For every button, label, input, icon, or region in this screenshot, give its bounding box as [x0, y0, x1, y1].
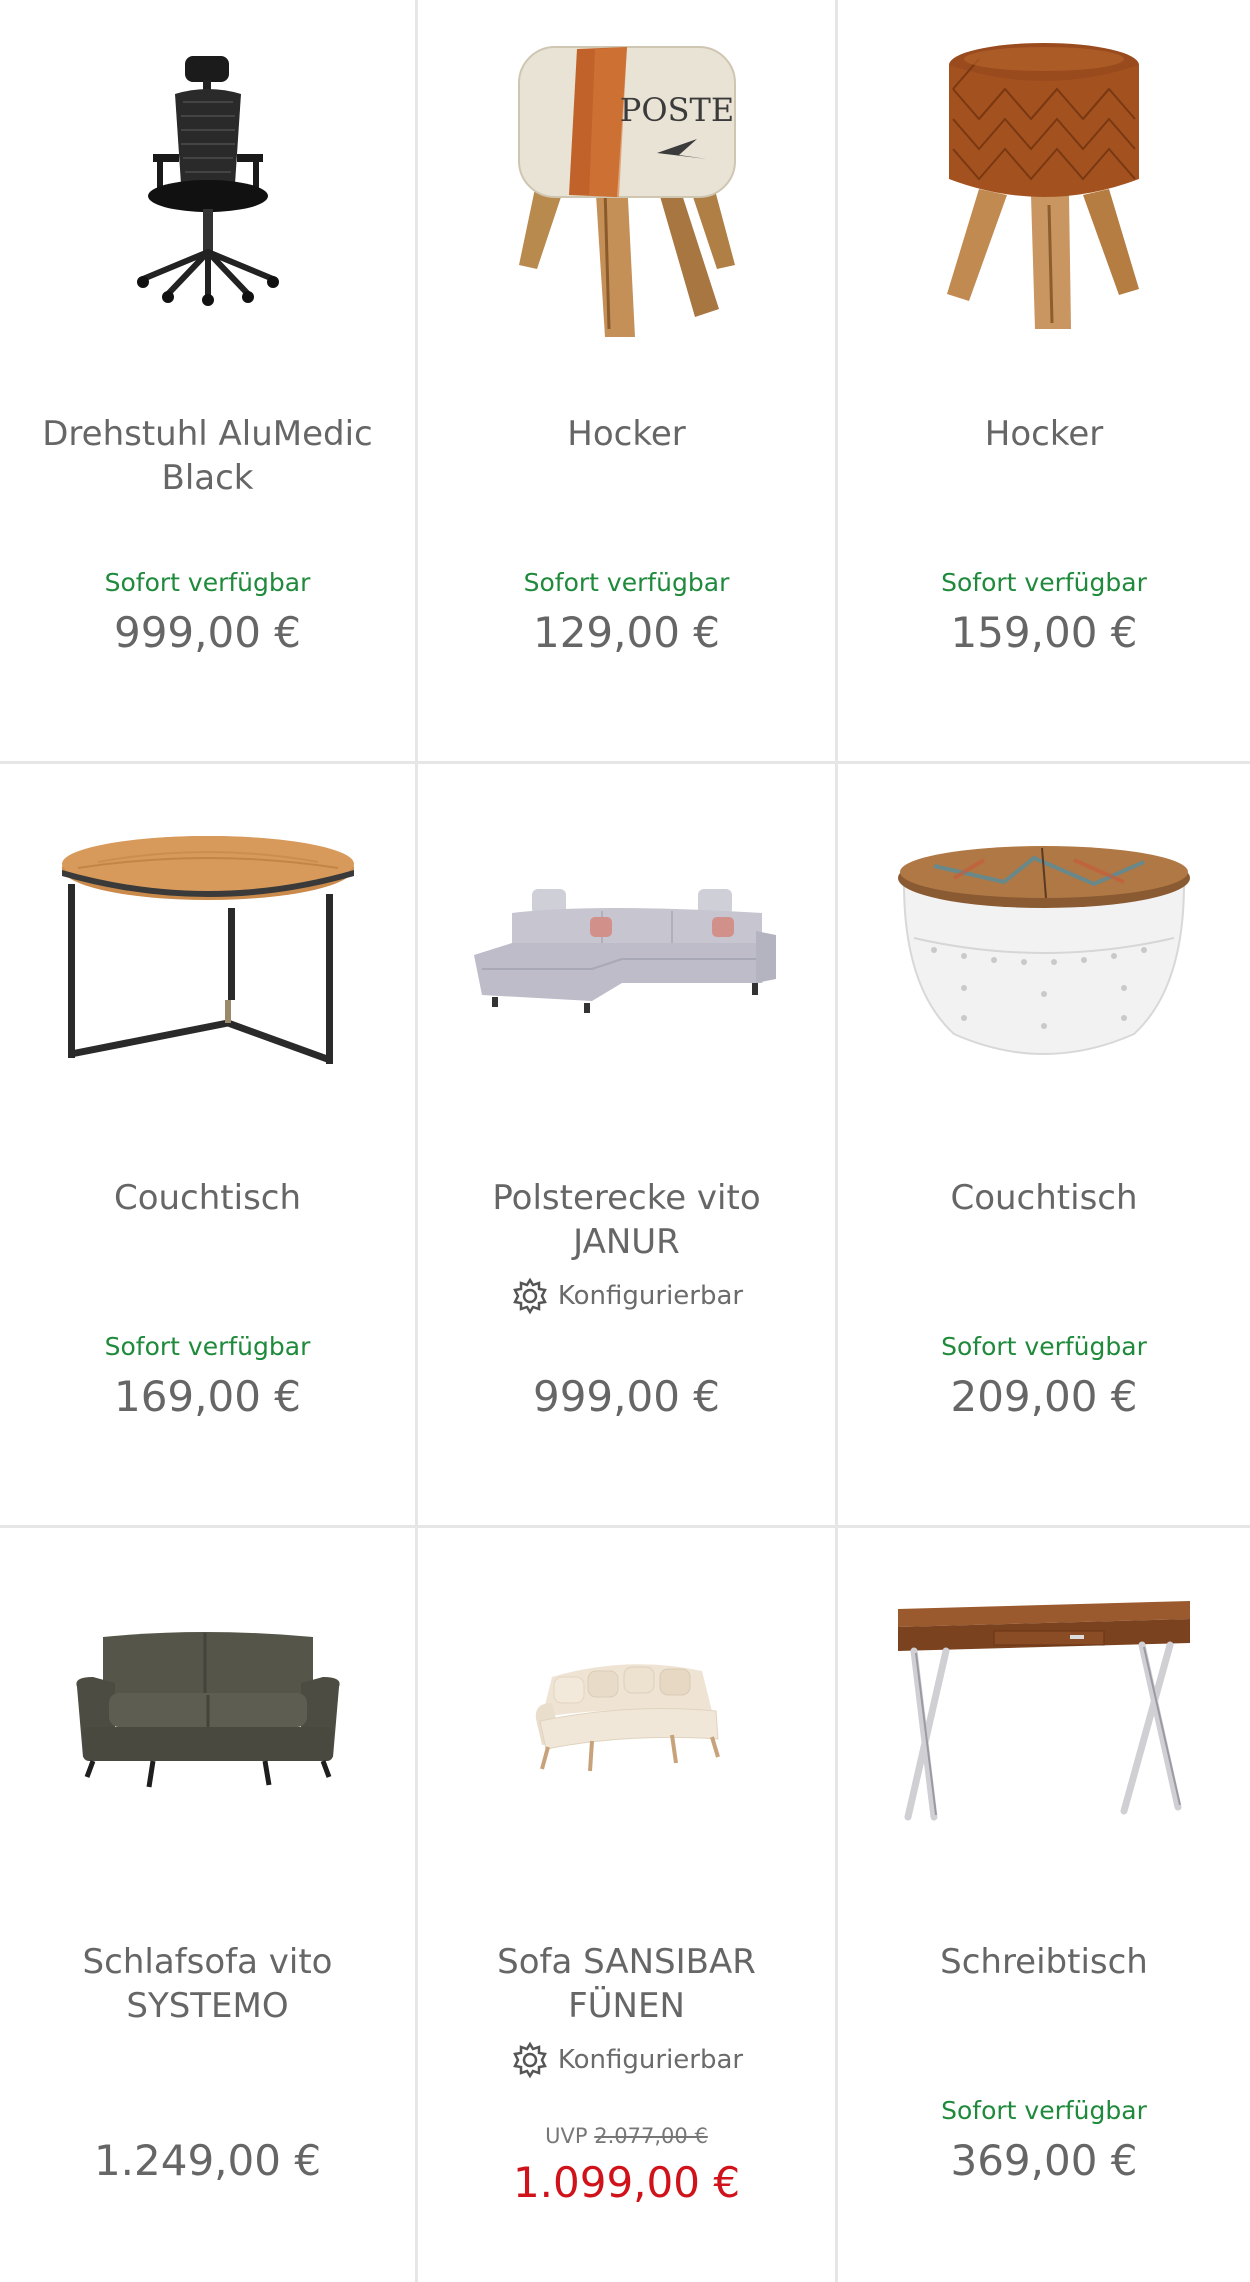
availability-status: Sofort verfügbar [104, 1332, 311, 1361]
product-image[interactable] [418, 1552, 835, 1872]
gear-icon [513, 2041, 547, 2079]
configurable-label: Konfigurierbar [557, 1281, 744, 1311]
product-title[interactable]: Couchtisch [858, 1176, 1230, 1220]
product-price: 159,00 € [950, 608, 1138, 657]
product-title[interactable]: Hocker [438, 412, 815, 456]
product-card[interactable]: Sofa SANSIBAR FÜNEN Konfigurierbar UVP 2… [418, 1528, 838, 2282]
product-price: 999,00 € [113, 608, 302, 657]
product-title[interactable]: Schlafsofa vito SYSTEMO [20, 1940, 395, 2028]
product-card[interactable]: Drehstuhl AluMedic Black Sofort verfügba… [0, 0, 418, 764]
office-chair-image [136, 56, 279, 306]
product-title[interactable]: Sofa SANSIBAR FÜNEN [438, 1940, 815, 2028]
availability-status: Sofort verfügbar [523, 568, 730, 597]
sleeper-sofa-image [75, 1632, 340, 1788]
curved-sofa-image [535, 1664, 720, 1772]
product-image[interactable] [838, 24, 1250, 344]
gear-icon [513, 1277, 547, 1315]
product-card[interactable]: POSTE Hocker Sofort verfügbar 129,00 € [418, 0, 838, 764]
product-card[interactable]: Couchtisch Sofort verfügbar 209,00 € [838, 764, 1250, 1528]
configurable-badge: Konfigurierbar [418, 2040, 835, 2080]
availability-status: Sofort verfügbar [941, 2096, 1147, 2125]
availability-status: Sofort verfügbar [104, 568, 311, 597]
product-title[interactable]: Couchtisch [20, 1176, 395, 1220]
desk-image [898, 1601, 1190, 1821]
product-price: 999,00 € [532, 1372, 721, 1421]
product-grid: Drehstuhl AluMedic Black Sofort verfügba… [0, 0, 1250, 2282]
round-coffee-table-image [61, 836, 354, 1064]
product-price: 169,00 € [113, 1372, 302, 1421]
product-card[interactable]: Schreibtisch Sofort verfügbar 369,00 € [838, 1528, 1250, 2282]
product-image[interactable] [0, 1552, 415, 1872]
product-card[interactable]: Polsterecke vito JANUR Konfigurierbar 99… [418, 764, 838, 1528]
product-price: 1.249,00 € [93, 2136, 322, 2185]
product-image[interactable] [0, 788, 415, 1108]
uvp-label: UVP [545, 2124, 588, 2148]
poste-stool-image: POSTE [517, 46, 736, 337]
product-image[interactable] [418, 788, 835, 1108]
product-title[interactable]: Schreibtisch [858, 1940, 1230, 1984]
product-image[interactable]: POSTE [418, 24, 835, 344]
product-card[interactable]: Schlafsofa vito SYSTEMO 1.249,00 € [0, 1528, 418, 2282]
availability-status: Sofort verfügbar [941, 1332, 1147, 1361]
configurable-badge: Konfigurierbar [418, 1276, 835, 1316]
leather-stool-image [947, 43, 1139, 329]
product-price: 369,00 € [950, 2136, 1138, 2185]
configurable-label: Konfigurierbar [557, 2045, 744, 2075]
product-image[interactable] [838, 788, 1250, 1108]
product-image[interactable] [838, 1552, 1250, 1872]
product-image[interactable] [0, 24, 415, 344]
product-title[interactable]: Polsterecke vito JANUR [438, 1176, 815, 1264]
uvp-price: UVP 2.077,00 € [418, 2124, 835, 2148]
product-price: 209,00 € [950, 1372, 1138, 1421]
drum-coffee-table-image [898, 846, 1190, 1055]
corner-sofa-image [473, 889, 776, 1013]
sale-price: 1.099,00 € [512, 2158, 741, 2207]
svg-text:POSTE: POSTE [619, 91, 733, 129]
product-title[interactable]: Drehstuhl AluMedic Black [20, 412, 395, 500]
uvp-old-price: 2.077,00 € [594, 2124, 708, 2148]
product-card[interactable]: Hocker Sofort verfügbar 159,00 € [838, 0, 1250, 764]
product-price: 129,00 € [532, 608, 721, 657]
availability-status: Sofort verfügbar [941, 568, 1147, 597]
product-card[interactable]: Couchtisch Sofort verfügbar 169,00 € [0, 764, 418, 1528]
product-title[interactable]: Hocker [858, 412, 1230, 456]
